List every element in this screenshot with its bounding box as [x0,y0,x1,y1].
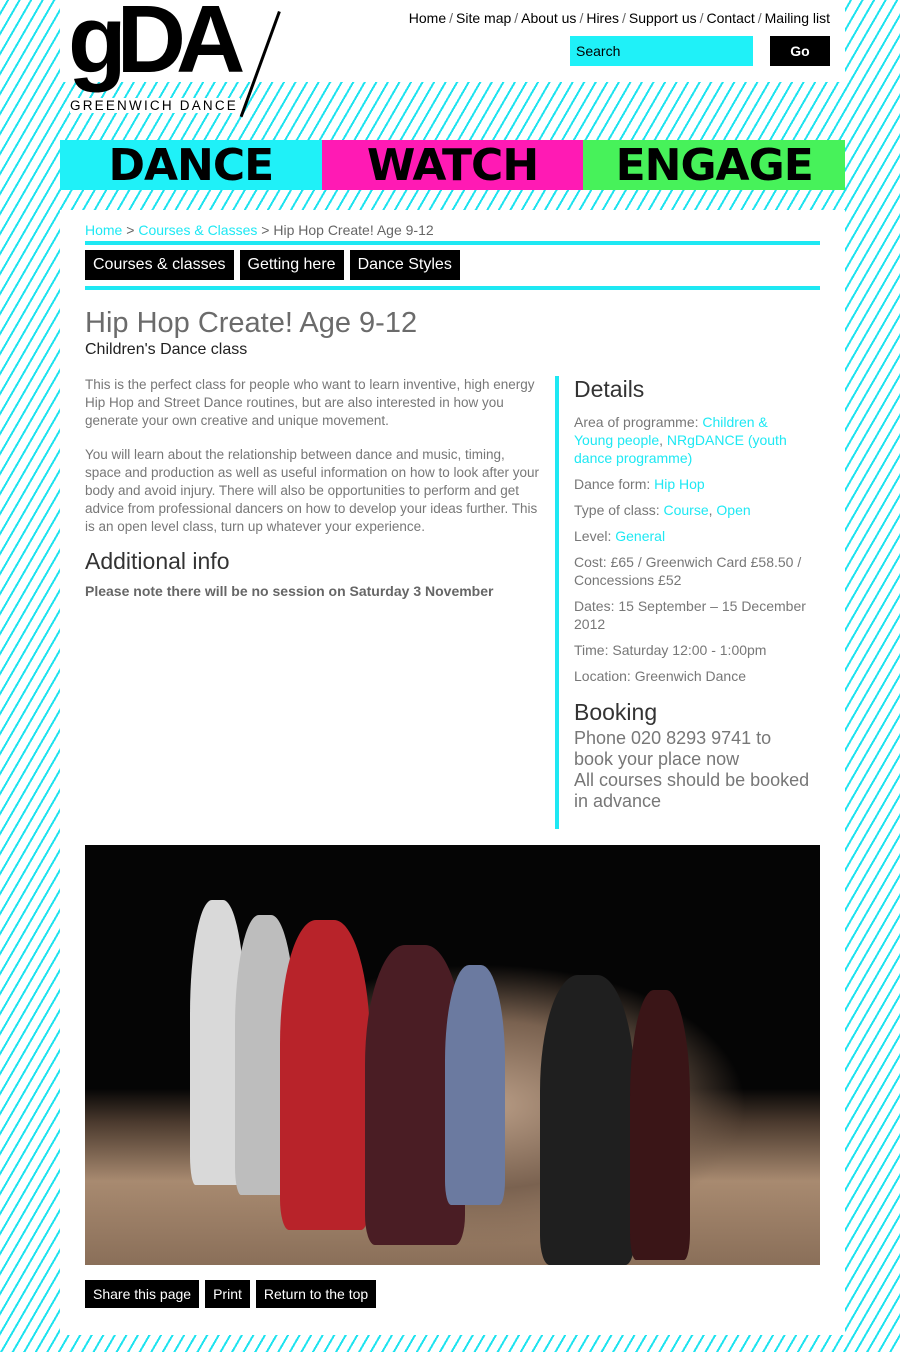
level-link[interactable]: General [615,528,665,544]
dancer-figure [280,920,370,1230]
search-go-button[interactable]: Go [770,36,830,66]
dancer-figure [445,965,505,1205]
topnav-site-map[interactable]: Site map [456,10,511,26]
booking-note: All courses should be booked in advance [574,770,810,811]
gda-logo[interactable]: gDA GREENWICH DANCE [68,0,333,118]
breadcrumb-courses[interactable]: Courses & Classes [138,222,257,238]
divider [85,286,820,290]
dancer-figure [540,975,635,1265]
type-link-open[interactable]: Open [716,502,750,518]
breadcrumb: Home > Courses & Classes > Hip Hop Creat… [85,222,434,238]
detail-dance-form: Dance form: Hip Hop [574,476,705,492]
booking-heading: Booking [574,699,658,725]
dancer-figure [630,990,690,1260]
breadcrumb-current: Hip Hop Create! Age 9-12 [273,222,434,238]
dance-form-link[interactable]: Hip Hop [654,476,705,492]
type-link-course[interactable]: Course [663,502,708,518]
detail-area: Area of programme: Children & Young peop… [574,414,787,466]
detail-cost: Cost: £65 / Greenwich Card £58.50 / Conc… [574,554,802,588]
topnav-support-us[interactable]: Support us [629,10,697,26]
detail-level: Level: General [574,528,666,544]
subnav-courses[interactable]: Courses & classes [85,250,234,280]
details-heading: Details [574,376,645,402]
description-paragraph: This is the perfect class for people who… [85,377,535,428]
detail-location: Location: Greenwich Dance [574,668,746,684]
share-button[interactable]: Share this page [85,1280,200,1308]
page-title: Hip Hop Create! Age 9-12 [85,307,418,339]
logo-letters: gDA [68,0,245,93]
topnav-contact[interactable]: Contact [707,10,755,26]
subnav-dance-styles[interactable]: Dance Styles [349,250,460,280]
topnav-about-us[interactable]: About us [521,10,576,26]
logo-slash [239,11,281,118]
details-panel: Details Area of programme: Children & Yo… [555,376,810,829]
tab-engage[interactable]: ENGAGE [583,140,846,191]
page: gDA GREENWICH DANCE Home / Site map / About … [60,0,846,1352]
subnav-getting-here[interactable]: Getting here [239,250,344,280]
print-button[interactable]: Print [205,1280,250,1308]
detail-time: Time: Saturday 12:00 - 1:00pm [574,642,767,658]
description-paragraph: You will learn about the relationship be… [85,447,540,534]
main-content: Home > Courses & Classes > Hip Hop Creat… [60,210,845,1335]
detail-dates: Dates: 15 September – 15 December 2012 [574,598,806,632]
description: This is the perfect class for people who… [85,376,540,600]
topnav-home[interactable]: Home [409,10,446,26]
booking-phone: Phone 020 8293 9741 to book your place n… [574,728,772,769]
page-subtitle: Children's Dance class [85,341,248,358]
additional-info-heading: Additional info [85,548,230,574]
detail-type: Type of class: Course, Open [574,502,751,518]
sub-nav: Courses & classes Getting here Dance Sty… [85,250,820,280]
dance-class-photo [85,845,820,1265]
topnav-mailing-list[interactable]: Mailing list [765,10,830,26]
main-nav: DANCE WATCH ENGAGE [60,140,846,191]
tab-watch[interactable]: WATCH [321,140,584,191]
footer-actions: Share this page Print Return to the top [85,1280,377,1308]
additional-info-note: Please note there will be no session on … [85,583,494,599]
back-to-top-button[interactable]: Return to the top [255,1280,377,1308]
tab-dance[interactable]: DANCE [60,140,322,191]
divider [85,241,820,245]
breadcrumb-home[interactable]: Home [85,222,122,238]
logo-subtitle: GREENWICH DANCE [70,98,241,113]
topnav-hires[interactable]: Hires [586,10,619,26]
search-input[interactable] [570,36,753,66]
top-nav: Home / Site map / About us / Hires / Support us /… [408,10,830,26]
